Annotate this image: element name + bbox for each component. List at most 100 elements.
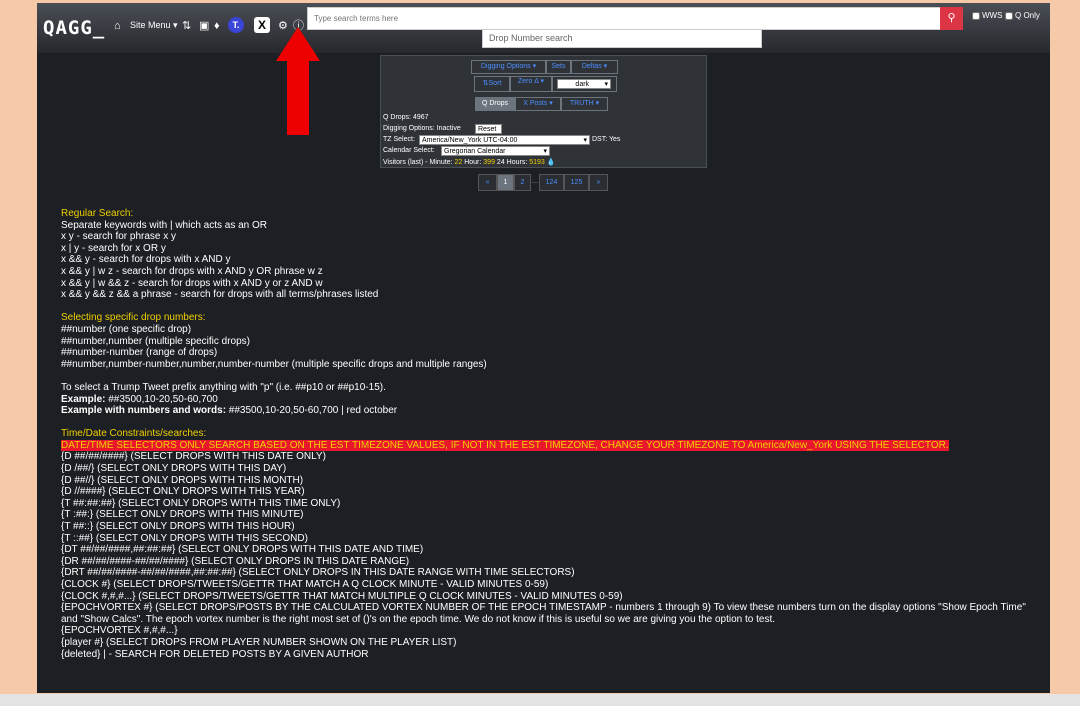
- zero-delta-label: Zero Δ: [517, 78, 539, 85]
- wws-label: WWS: [982, 11, 1003, 20]
- example-label: Example:: [61, 393, 106, 405]
- truth-social-icon[interactable]: T.: [228, 17, 244, 33]
- x-posts-label: X Posts: [523, 100, 548, 107]
- site-menu-label: Site Menu: [130, 20, 171, 30]
- time-line: {CLOCK #} (SELECT DROPS/TWEETS/GETTR THA…: [61, 579, 549, 590]
- chevron-down-icon: ▾: [543, 148, 547, 155]
- time-line: {T :##:} (SELECT ONLY DROPS WITH THIS MI…: [61, 509, 304, 521]
- time-line: {CLOCK #,#,#...} (SELECT DROPS/TWEETS/GE…: [61, 590, 623, 602]
- calendar-select[interactable]: Gregorian Calendar ▾: [441, 146, 550, 156]
- truth-button[interactable]: TRUTH ▾: [561, 97, 608, 111]
- tz-label: TZ Select:: [383, 136, 415, 143]
- q-only-checkbox[interactable]: Q Only: [1005, 11, 1040, 20]
- trump-tweet-line: To select a Trump Tweet prefix anything …: [61, 381, 386, 393]
- tz-value: America/New_York UTC-04:00: [422, 137, 518, 144]
- example-words-label: Example with numbers and words:: [61, 405, 227, 417]
- site-logo[interactable]: QAGG_: [43, 17, 105, 39]
- regular-line: x y - search for phrase x y: [61, 231, 177, 243]
- film-icon[interactable]: ▣: [199, 19, 209, 33]
- visitors-day: 5193: [529, 159, 545, 166]
- dst-status: DST: Yes: [592, 136, 621, 143]
- regular-search-title: Regular Search:: [61, 208, 134, 219]
- page-prev[interactable]: «: [478, 174, 497, 191]
- x-posts-button[interactable]: X Posts ▾: [515, 97, 561, 111]
- search-icon: ⚲: [947, 12, 956, 24]
- page-124[interactable]: 124: [539, 174, 564, 191]
- site-menu-dropdown[interactable]: Site Menu ▾: [130, 20, 178, 31]
- sets-button[interactable]: Sets: [546, 60, 571, 74]
- page-ellipsis: …: [531, 178, 539, 185]
- page-1[interactable]: 1: [497, 174, 514, 191]
- regular-line: Separate keywords with | which acts as a…: [61, 219, 268, 231]
- app-window: QAGG_ ⌂ Site Menu ▾ ⇅ ▣ ♦ T. X ⚙ ⓘ ⚲ WWS…: [37, 3, 1050, 693]
- tail-line: {player #} (SELECT DROPS FROM PLAYER NUM…: [61, 636, 457, 648]
- deltas-button[interactable]: Deltas ▾: [571, 60, 618, 74]
- specific-line: ##number (one specific drop): [61, 323, 192, 335]
- example-line: Example: ##3500,10-20,50-60,700: [61, 394, 1041, 406]
- deltas-label: Deltas: [581, 63, 602, 70]
- regular-line: x && y - search for drops with x AND y: [61, 254, 231, 266]
- specific-drops-title: Selecting specific drop numbers:: [61, 312, 206, 324]
- time-line: {DRT ##/##/####-##/##/####,##:##:##} (SE…: [61, 567, 575, 579]
- theme-select[interactable]: dark ▾: [557, 79, 611, 89]
- example-value: ##3500,10-20,50-60,700: [105, 393, 218, 405]
- wws-checkbox[interactable]: WWS: [972, 11, 1002, 20]
- time-line: {DT ##/##/####,##:##:##} (SELECT ONLY DR…: [61, 544, 424, 556]
- epoch-vortex-description: {EPOCHVORTEX #} (SELECT DROPS/POSTS BY T…: [61, 602, 1026, 625]
- q-drops-button[interactable]: Q Drops: [475, 97, 515, 111]
- time-line: {D ##/##/####} (SELECT DROPS WITH THIS D…: [61, 451, 326, 463]
- wws-check[interactable]: [972, 11, 980, 20]
- red-arrow-annotation: [276, 27, 320, 135]
- time-line: {D ##//} (SELECT ONLY DROPS WITH THIS MO…: [61, 474, 304, 486]
- arrow-shape: [276, 27, 320, 135]
- timezone-alert: DATE/TIME SELECTORS ONLY SEARCH BASED ON…: [61, 439, 1041, 452]
- home-icon[interactable]: ⌂: [114, 19, 121, 33]
- example-words-line: Example with numbers and words: ##3500,1…: [61, 405, 1041, 417]
- control-panel: Digging Options ▾ Sets Deltas ▾ ⇅Sort Ze…: [380, 55, 707, 168]
- tz-select[interactable]: America/New_York UTC-04:00 ▾: [419, 135, 590, 145]
- truth-label: TRUTH: [569, 100, 594, 107]
- chevron-down-icon: ▾: [604, 81, 608, 88]
- search-box: [307, 7, 963, 30]
- regular-line: x && y && z && a phrase - search for dro…: [61, 289, 379, 301]
- time-line: {T ##::} (SELECT ONLY DROPS WITH THIS HO…: [61, 521, 295, 533]
- page-2[interactable]: 2: [514, 174, 531, 191]
- x-icon[interactable]: X: [254, 17, 270, 33]
- regular-line: x | y - search for x OR y: [61, 242, 166, 254]
- page-125[interactable]: 125: [564, 174, 589, 191]
- help-content: Regular Search: Separate keywords with |…: [61, 208, 1041, 660]
- tail-line: {EPOCHVORTEX #,#,#...}: [61, 625, 178, 637]
- drop-number-search[interactable]: Drop Number search: [482, 29, 762, 48]
- theme-select-wrap: dark ▾: [552, 76, 617, 92]
- reset-button[interactable]: Reset: [475, 124, 502, 134]
- time-line: {T ##:##:##} (SELECT ONLY DROPS WITH THI…: [61, 497, 341, 509]
- bottom-strip: [0, 694, 1080, 706]
- time-line: {D /##/} (SELECT ONLY DROPS WITH THIS DA…: [61, 463, 287, 475]
- time-line: {DR ##/##/####-##/##/####} (SELECT ONLY …: [61, 555, 410, 567]
- visitors-label: Visitors (last) - Minute:: [383, 159, 453, 166]
- q-only-check[interactable]: [1005, 11, 1013, 20]
- tail-line: {deleted} | - SEARCH FOR DELETED POSTS B…: [61, 648, 369, 660]
- q-drops-count: Q Drops: 4967: [383, 114, 429, 121]
- theme-value: dark: [575, 81, 590, 88]
- search-button[interactable]: ⚲: [940, 7, 963, 30]
- day-label: 24 Hours:: [496, 159, 528, 166]
- time-line: {D //####} (SELECT ONLY DROPS WITH THIS …: [61, 486, 305, 498]
- digging-options-label: Digging Options: [480, 63, 531, 70]
- visitors-stats: Visitors (last) - Minute: 22 Hour: 399 2…: [383, 158, 555, 166]
- sort-button[interactable]: ⇅Sort: [474, 76, 510, 92]
- sort-icon[interactable]: ⇅: [182, 19, 191, 33]
- q-only-label: Q Only: [1015, 11, 1040, 20]
- page-next[interactable]: »: [589, 174, 608, 191]
- digging-options-button[interactable]: Digging Options ▾: [471, 60, 546, 74]
- chevron-down-icon: ▾: [583, 137, 587, 144]
- search-input[interactable]: [308, 8, 940, 29]
- specific-line: ##number-number (range of drops): [61, 347, 218, 359]
- zero-delta-button[interactable]: Zero Δ ▾: [510, 76, 552, 92]
- regular-line: x && y | w z - search for drops with x A…: [61, 265, 323, 277]
- bell-icon[interactable]: ♦: [214, 19, 220, 33]
- calendar-label: Calendar Select:: [383, 147, 435, 154]
- hour-label: Hour:: [464, 159, 482, 166]
- digging-options-status: Digging Options: Inactive: [383, 125, 461, 132]
- regular-line: x && y | w && z - search for drops with …: [61, 277, 323, 289]
